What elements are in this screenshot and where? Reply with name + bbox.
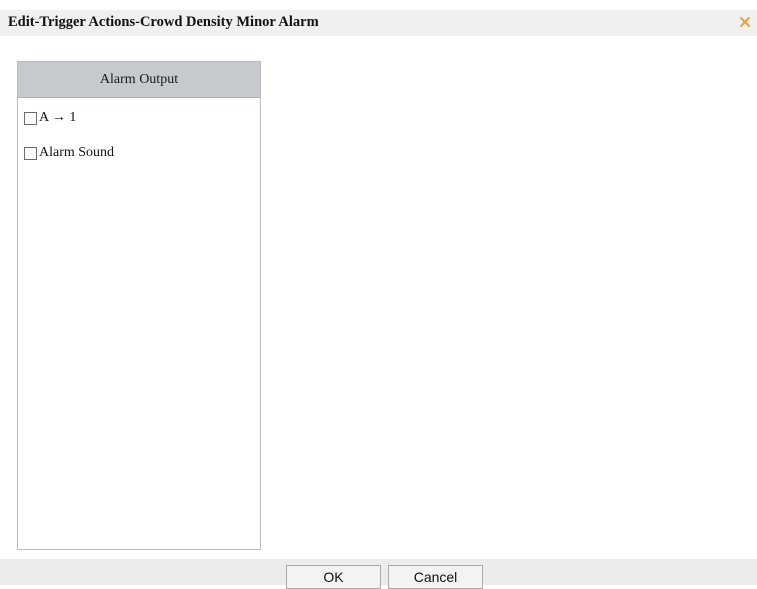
alarm-output-a1-checkbox[interactable] — [24, 111, 37, 125]
close-icon[interactable] — [737, 14, 753, 30]
alarm-sound-checkbox[interactable] — [24, 146, 37, 160]
alarm-sound-label: Alarm Sound — [39, 145, 115, 160]
edit-trigger-actions-dialog: Edit-Trigger Actions-Crowd Density Minor… — [0, 0, 757, 589]
dialog-title: Edit-Trigger Actions-Crowd Density Minor… — [8, 14, 319, 30]
dialog-footer: OK Cancel — [0, 559, 757, 589]
alarm-output-header: Alarm Output — [18, 62, 260, 98]
cancel-button[interactable]: Cancel — [388, 565, 483, 589]
ok-button[interactable]: OK — [286, 565, 381, 589]
alarm-output-option-alarm-sound[interactable]: Alarm Sound — [24, 144, 114, 162]
dialog-title-bar: Edit-Trigger Actions-Crowd Density Minor… — [0, 10, 757, 36]
alarm-output-option-a1[interactable]: A → 1 — [24, 109, 76, 127]
alarm-output-panel: Alarm Output A → 1 Alarm Sound — [17, 61, 261, 550]
alarm-output-a1-label: A → 1 — [39, 110, 77, 125]
